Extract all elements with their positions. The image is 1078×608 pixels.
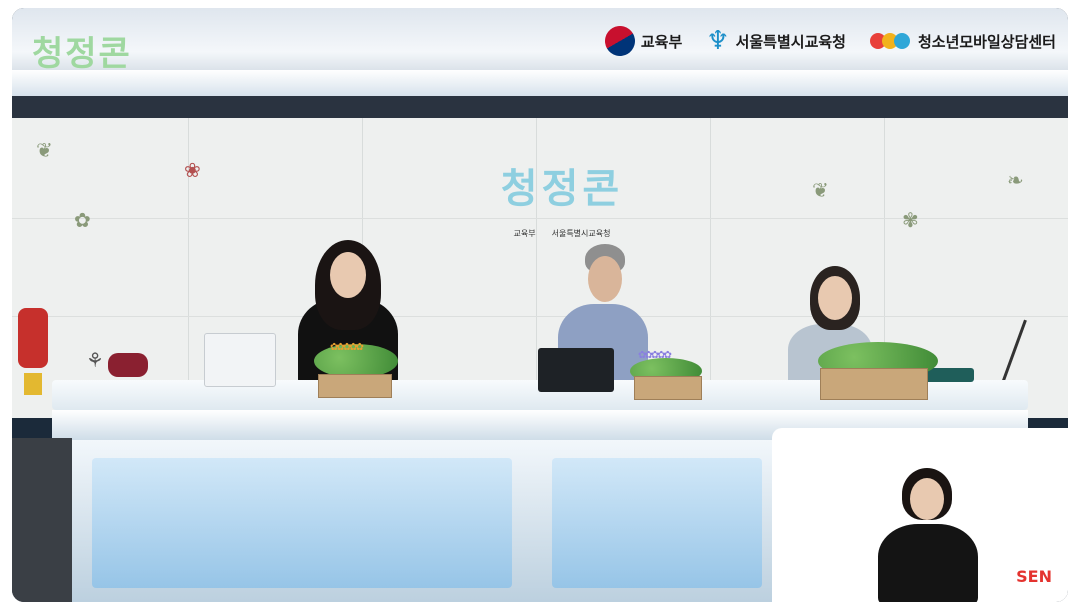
backdrop-moe-label: 교육부 xyxy=(513,229,536,238)
botanical-illustration: ✿ xyxy=(74,208,91,232)
seoul-edu-icon: ♆ xyxy=(706,26,730,56)
backdrop-logos: 교육부 서울특별시교육청 xyxy=(432,228,692,239)
moe-label: 교육부 xyxy=(640,32,683,51)
studio-floor xyxy=(12,438,72,602)
youth-center-logo: 청소년모바일상담센터 xyxy=(869,31,1056,52)
backdrop-brand: 청정콘 xyxy=(500,166,624,212)
brand-logo: 청정콘 xyxy=(32,34,132,74)
gardener-illustration xyxy=(18,308,48,368)
sign-language-inset: SEN xyxy=(772,428,1068,602)
seoul-edu-logo: ♆ 서울특별시교육청 xyxy=(706,28,846,54)
sign-interpreter-face xyxy=(910,478,944,520)
backdrop-sign: 청정콘 교육부 서울특별시교육청 xyxy=(432,148,692,239)
flowers: ✿✿✿✿✿ xyxy=(638,350,672,361)
botanical-illustration: ✾ xyxy=(902,208,919,232)
youth-center-dots-icon xyxy=(869,33,910,49)
presenter-right-face xyxy=(818,276,852,320)
laptop-device xyxy=(538,348,614,392)
wall-panel-divider xyxy=(12,316,1068,317)
botanical-illustration: ❦ xyxy=(812,178,829,202)
wall-panel-divider xyxy=(710,118,711,418)
sapling-illustration: ⚘ xyxy=(86,348,104,372)
desk-light-panel xyxy=(92,458,512,588)
gardener-boots-illustration xyxy=(24,373,42,395)
seoul-edu-label: 서울특별시교육청 xyxy=(735,32,846,51)
wooden-planter xyxy=(820,368,928,400)
sign-interpreter xyxy=(878,524,978,602)
botanical-illustration: ❀ xyxy=(184,158,201,182)
wooden-planter xyxy=(318,374,392,398)
botanical-illustration: ❦ xyxy=(36,138,53,162)
video-frame: ❦ ✿ ❀ ❦ ✾ ❧ ⚘ 청정콘 교육부 ♆ 서울특별시교육청 청소년모바일상… xyxy=(12,8,1068,602)
presenter-left-face xyxy=(330,252,366,298)
ceiling-light-strip xyxy=(12,70,1068,96)
ceiling-shadow xyxy=(12,96,1068,118)
sponsor-logos: 교육부 ♆ 서울특별시교육청 청소년모바일상담센터 xyxy=(599,20,1056,62)
presenter-center-face xyxy=(588,256,622,302)
tablet-device xyxy=(204,333,276,387)
botanical-illustration: ❧ xyxy=(1007,168,1024,192)
gardener-illustration xyxy=(108,353,148,377)
desk-light-panel xyxy=(552,458,762,588)
backdrop-seoul-label: 서울특별시교육청 xyxy=(551,229,611,238)
taeguk-icon xyxy=(599,20,641,62)
moe-logo: 교육부 xyxy=(599,20,683,62)
seedling-tray xyxy=(924,368,974,382)
flowers: ✿✿✿✿✿ xyxy=(330,342,364,353)
sen-logo: SEN xyxy=(1016,567,1052,586)
wooden-planter xyxy=(634,376,702,400)
youth-center-label: 청소년모바일상담센터 xyxy=(917,32,1056,51)
